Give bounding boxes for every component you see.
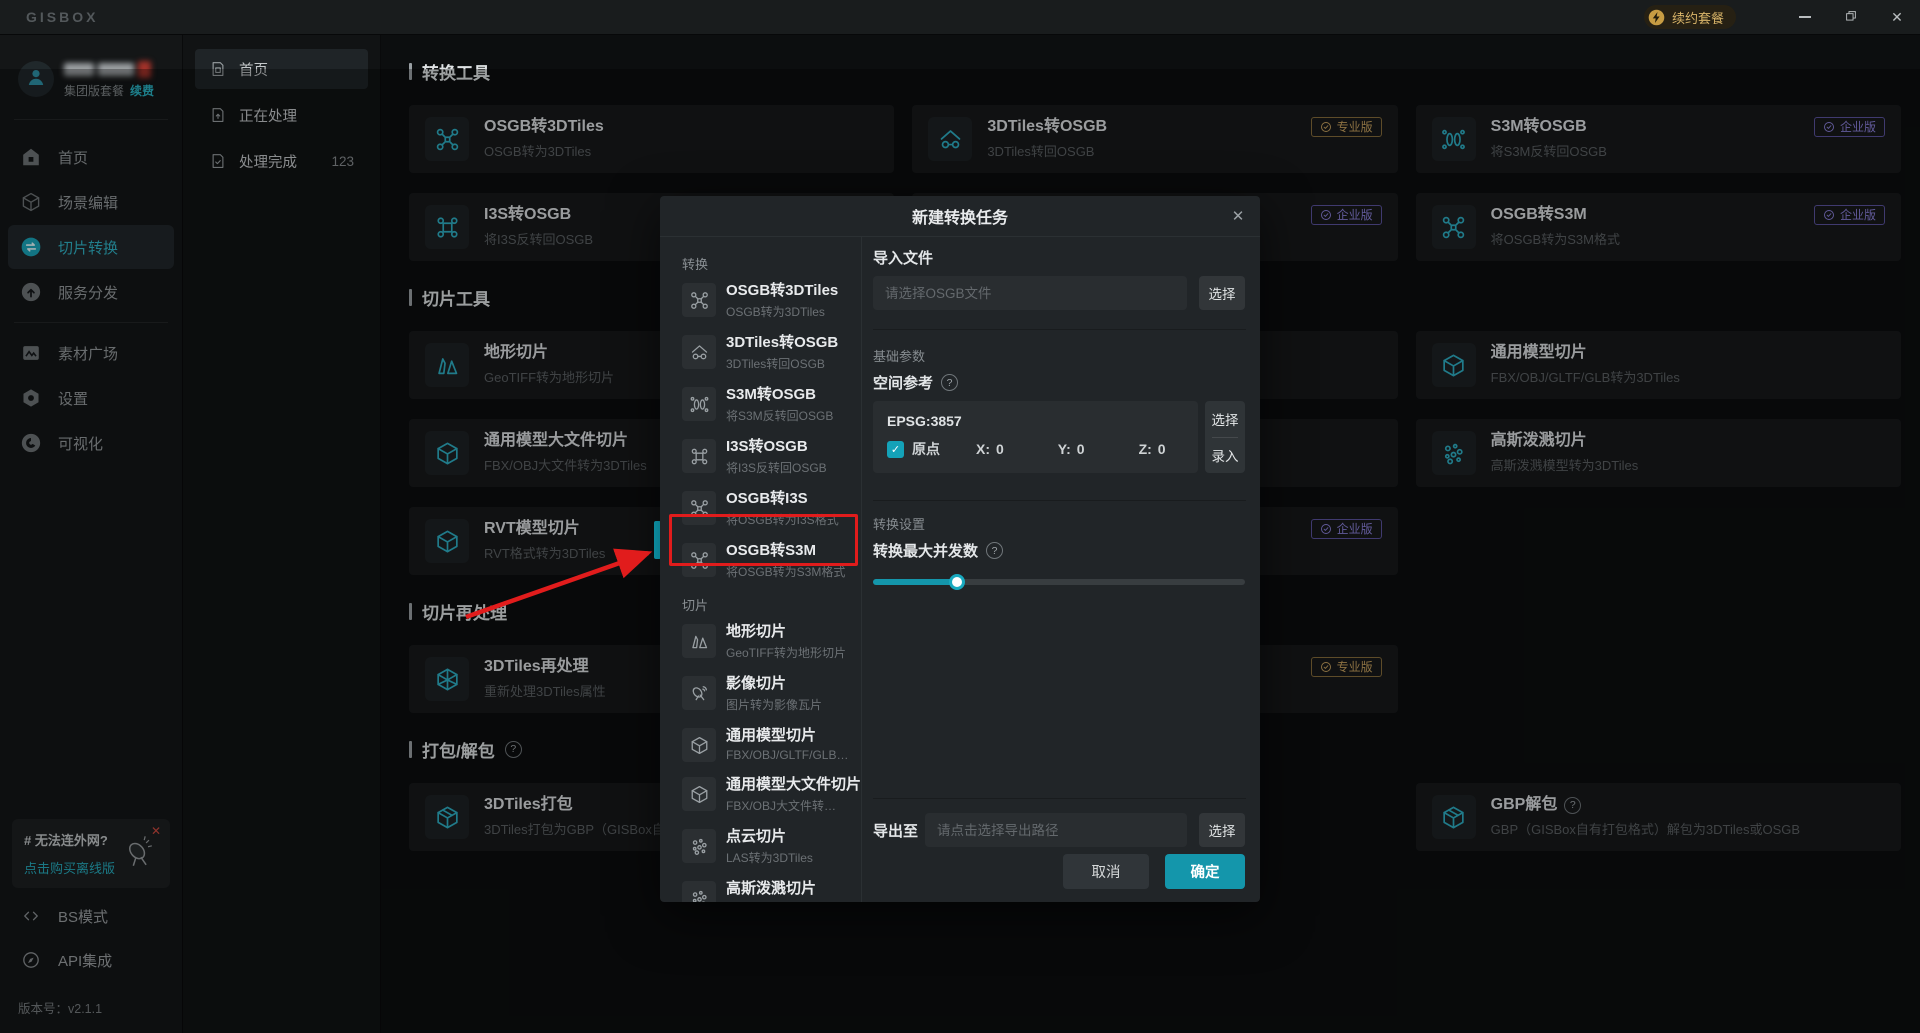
coord-z: Z:0 — [1139, 441, 1166, 457]
spatial-entry-button[interactable]: 录入 — [1205, 438, 1245, 474]
list-item-title: 点云切片 — [726, 829, 813, 845]
import-file-label: 导入文件 — [873, 247, 933, 268]
list-item-subtitle: GeoTIFF转为地形切片 — [726, 644, 846, 661]
list-item-subtitle: FBX/OBJ大文件转… — [726, 797, 854, 814]
list-item-title: 3DTiles转OSGB — [726, 335, 838, 351]
minimize-icon — [1799, 16, 1811, 18]
origin-checkbox[interactable] — [887, 441, 904, 458]
concurrency-label: 转换最大并发数 — [873, 540, 1003, 561]
list-item-OSGB转I3S[interactable]: OSGB转I3S 将OSGB转为I3S格式 — [682, 491, 861, 528]
export-choose-button[interactable]: 选择 — [1199, 813, 1245, 847]
divider — [873, 329, 1246, 330]
list-group-label: 切片 — [682, 595, 861, 614]
list-item-title: S3M转OSGB — [726, 387, 833, 403]
satellite-icon — [682, 676, 716, 710]
export-label: 导出至 — [873, 820, 925, 841]
export-row: 导出至 选择 — [873, 813, 1245, 847]
list-item-title: OSGB转I3S — [726, 491, 839, 507]
list-item-OSGB转3DTiles[interactable]: OSGB转3DTiles OSGB转为3DTiles — [682, 283, 861, 320]
export-path-input[interactable] — [925, 813, 1187, 847]
cancel-button[interactable]: 取消 — [1063, 854, 1149, 889]
slider-fill — [873, 579, 957, 585]
divider — [873, 798, 1246, 799]
list-item-影像切片[interactable]: 影像切片图片转为影像瓦片 — [682, 676, 861, 713]
import-choose-button[interactable]: 选择 — [1199, 276, 1245, 310]
list-item-subtitle: 将I3S反转回OSGB — [726, 459, 827, 476]
help-icon[interactable] — [986, 542, 1003, 559]
divider — [873, 500, 1246, 501]
list-item-OSGB转S3M[interactable]: OSGB转S3M 将OSGB转为S3M格式 — [682, 543, 861, 580]
home-drone-icon — [682, 335, 716, 369]
spatial-ref-actions: 选择 录入 — [1205, 401, 1245, 473]
i3s-icon — [682, 439, 716, 473]
list-item-subtitle: OSGB转为3DTiles — [726, 303, 838, 320]
coord-x: X:0 — [976, 441, 1004, 457]
list-item-subtitle: FBX/OBJ/GLTF/GLB… — [726, 748, 848, 762]
cube-icon — [682, 728, 716, 762]
concurrency-slider[interactable] — [873, 574, 1245, 590]
list-item-subtitle: 将S3M反转回OSGB — [726, 407, 833, 424]
list-item-title: OSGB转S3M — [726, 543, 845, 559]
restore-button[interactable] — [1828, 0, 1874, 34]
list-item-subtitle: 将OSGB转为S3M格式 — [726, 563, 845, 580]
app-logo: GISBOX — [26, 9, 98, 25]
confirm-button[interactable]: 确定 — [1165, 854, 1245, 889]
close-window-button[interactable]: ✕ — [1874, 0, 1920, 34]
terrain-icon — [682, 624, 716, 658]
drone-icon — [682, 543, 716, 577]
epsg-value: EPSG:3857 — [887, 413, 1184, 429]
convert-settings-label: 转换设置 — [873, 514, 925, 533]
spatial-select-button[interactable]: 选择 — [1205, 401, 1245, 437]
list-item-subtitle: 图片转为影像瓦片 — [726, 696, 822, 713]
titlebar: GISBOX 续约套餐 ✕ — [0, 0, 1920, 35]
restore-icon — [1844, 9, 1858, 26]
spatial-ref-box: EPSG:3857 原点 X:0 Y:0 Z:0 — [873, 401, 1198, 473]
list-item-通用模型切片[interactable]: 通用模型切片 FBX/OBJ/GLTF/GLB… — [682, 728, 861, 762]
drone-icon — [682, 283, 716, 317]
list-item-地形切片[interactable]: 地形切片 GeoTIFF转为地形切片 — [682, 624, 861, 661]
list-item-3DTiles转OSGB[interactable]: 3DTiles转OSGB 3DTiles转回OSGB — [682, 335, 861, 372]
list-item-通用模型大文件切片[interactable]: 通用模型大文件切片 FBX/OBJ大文件转… — [682, 777, 861, 814]
bolt-icon — [1648, 9, 1665, 26]
list-item-I3S转OSGB[interactable]: I3S转OSGB 将I3S反转回OSGB — [682, 439, 861, 476]
list-item-subtitle: 3DTiles转回OSGB — [726, 355, 838, 372]
list-item-subtitle: 高斯泼溅模型转为3… — [726, 901, 841, 902]
dots-icon — [682, 881, 716, 902]
drone-icon — [682, 491, 716, 525]
renew-plan-button[interactable]: 续约套餐 — [1644, 5, 1736, 29]
list-item-subtitle: LAS转为3DTiles — [726, 849, 813, 866]
basic-params-label: 基础参数 — [873, 346, 925, 365]
coord-y: Y:0 — [1058, 441, 1085, 457]
close-icon: ✕ — [1891, 9, 1903, 26]
list-item-S3M转OSGB[interactable]: S3M转OSGB 将S3M反转回OSGB — [682, 387, 861, 424]
dots-icon — [682, 829, 716, 863]
list-item-title: OSGB转3DTiles — [726, 283, 838, 299]
minimize-button[interactable] — [1782, 0, 1828, 34]
dialog-close-icon[interactable]: ✕ — [1216, 196, 1260, 236]
new-conversion-task-dialog: 新建转换任务 ✕ 转换 OSGB转3DTiles OSGB转为3DTiles 3DTi… — [660, 196, 1260, 902]
list-item-title: 通用模型大文件切片 — [726, 777, 861, 793]
list-item-title: 地形切片 — [726, 624, 846, 640]
conversion-type-list: 转换OSGB转3DTilesOSGB转为3DTiles3DTiles转OSGB3… — [660, 236, 862, 902]
import-file-input[interactable] — [873, 276, 1187, 310]
list-item-title: I3S转OSGB — [726, 439, 827, 455]
list-item-点云切片[interactable]: 点云切片 LAS转为3DTiles — [682, 829, 861, 866]
list-item-高斯泼溅切片[interactable]: 高斯泼溅切片高斯泼溅模型转为3… — [682, 881, 861, 902]
help-icon[interactable] — [941, 374, 958, 391]
s3m-icon — [682, 387, 716, 421]
dialog-title: 新建转换任务 — [912, 204, 1008, 228]
slider-handle[interactable] — [949, 574, 965, 590]
list-item-title: 影像切片 — [726, 676, 822, 692]
cube-icon — [682, 777, 716, 811]
list-group-label: 转换 — [682, 254, 861, 273]
origin-label: 原点 — [912, 439, 940, 459]
import-file-row: 选择 — [873, 276, 1245, 310]
list-item-title: 通用模型切片 — [726, 728, 848, 744]
list-item-subtitle: 将OSGB转为I3S格式 — [726, 511, 839, 528]
spatial-ref-label: 空间参考 — [873, 372, 958, 393]
renew-plan-label: 续约套餐 — [1672, 8, 1724, 27]
list-item-title: 高斯泼溅切片 — [726, 881, 841, 897]
